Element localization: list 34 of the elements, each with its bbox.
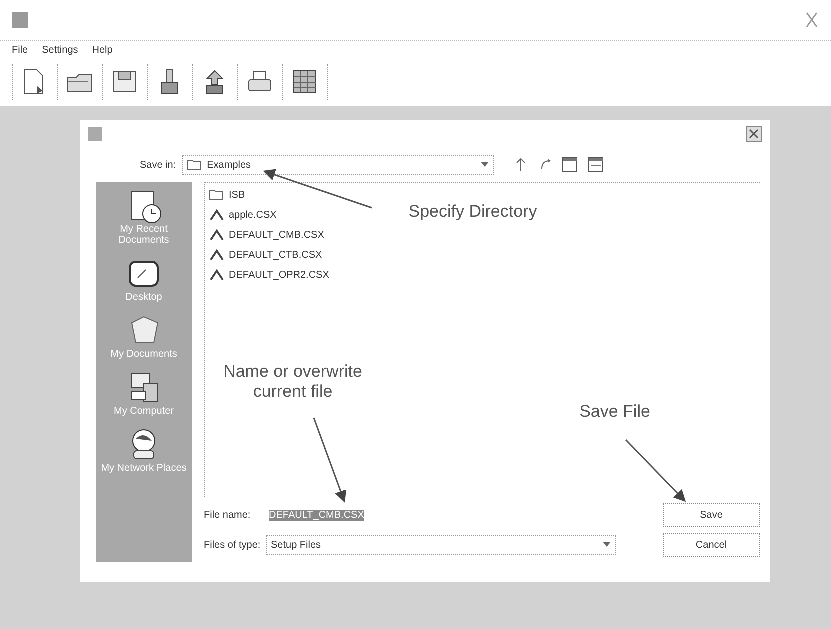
view-menu-icon xyxy=(588,157,604,173)
dialog-icon xyxy=(88,127,102,141)
close-icon[interactable] xyxy=(746,126,762,142)
dropdown-arrow-icon xyxy=(603,542,611,548)
file-name[interactable]: ISB xyxy=(229,190,246,200)
file-type-label: Files of type: xyxy=(204,540,262,550)
file-type-dropdown[interactable]: Setup Files xyxy=(266,535,616,555)
menu-item[interactable]: File xyxy=(12,45,28,56)
caret-file-icon xyxy=(209,207,225,223)
annotation-text: Name or overwrite current file xyxy=(222,362,364,402)
file-name[interactable]: DEFAULT_CTB.CSX xyxy=(229,250,322,260)
caret-file-icon xyxy=(209,227,225,243)
file-name-field[interactable]: DEFAULT_CMB.CSX xyxy=(266,506,426,524)
annotation-arrow xyxy=(625,439,686,502)
new-folder-icon xyxy=(562,157,578,173)
file-name[interactable]: DEFAULT_OPR2.CSX xyxy=(229,270,330,280)
file-name[interactable]: apple.CSX xyxy=(229,210,277,220)
annotation-text: Save File xyxy=(578,402,652,422)
save-button[interactable]: Save xyxy=(663,503,760,527)
caret-file-icon xyxy=(209,267,225,283)
menu-item[interactable]: Settings xyxy=(42,45,78,56)
table-icon xyxy=(291,68,319,96)
save-in-dropdown[interactable]: Examples xyxy=(182,155,494,175)
folder-name: Examples xyxy=(207,160,252,170)
close-icon[interactable] xyxy=(805,11,819,29)
cancel-button[interactable]: Cancel xyxy=(663,533,760,557)
menu-item[interactable]: Help xyxy=(92,45,113,56)
file-name[interactable]: DEFAULT_CMB.CSX xyxy=(229,230,324,240)
save-in-label: Save in: xyxy=(140,160,176,170)
dropdown-arrow-icon xyxy=(481,162,490,168)
annotation-text: Specify Directory xyxy=(408,202,538,222)
file-name-label: File name: xyxy=(204,510,252,520)
app-icon xyxy=(12,12,28,28)
caret-file-icon xyxy=(209,247,225,263)
